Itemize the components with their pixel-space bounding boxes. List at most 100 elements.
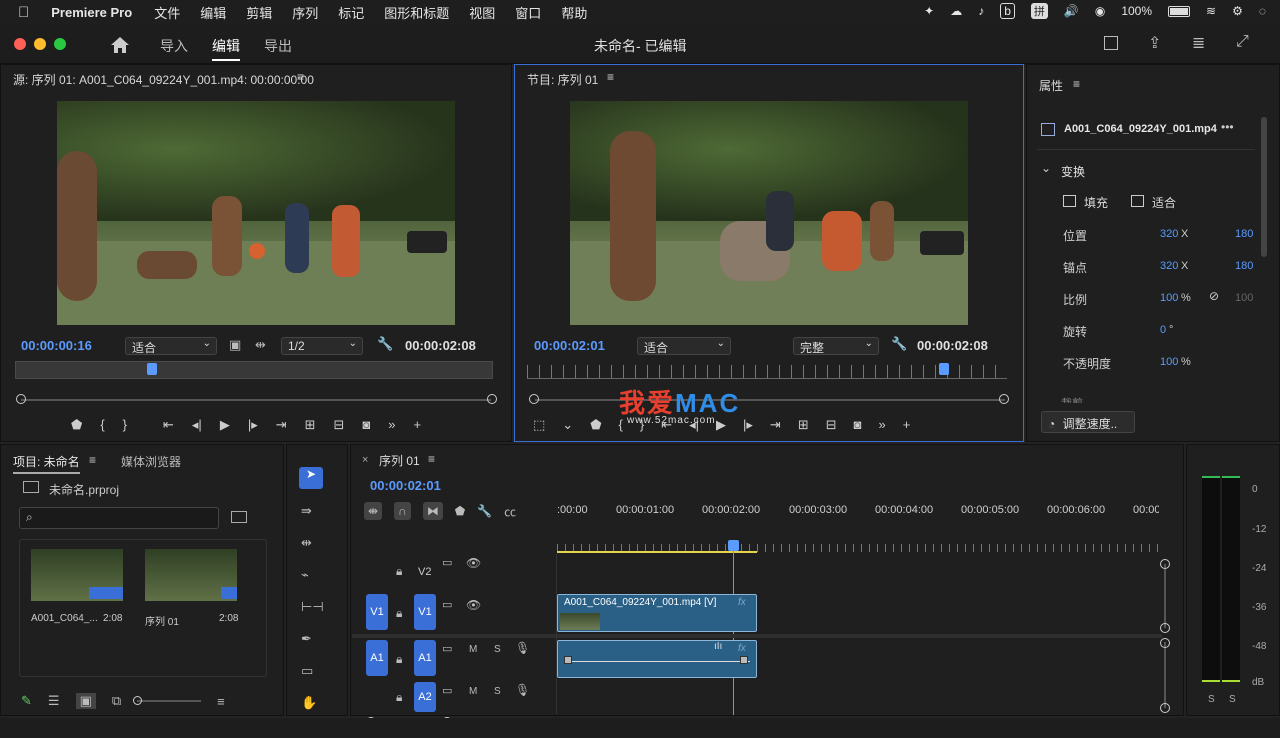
project-sequence-name[interactable]: 序列 01 bbox=[145, 613, 179, 628]
camera-icon[interactable]: ◙ bbox=[362, 417, 370, 435]
rotation-value[interactable]: 0 bbox=[1160, 324, 1166, 336]
user-icon[interactable]: ◉ bbox=[1095, 4, 1105, 18]
lock-icon[interactable]: 🔒︎ bbox=[396, 606, 402, 621]
menu-help[interactable]: 帮助 bbox=[561, 3, 587, 22]
menu-window[interactable]: 窗口 bbox=[515, 3, 541, 22]
source-playhead[interactable] bbox=[147, 363, 157, 375]
audio-clip[interactable]: ıIı fx bbox=[557, 640, 757, 678]
pen-tool-icon[interactable]: ✒ bbox=[301, 631, 312, 647]
microphone-icon[interactable]: 🎙︎ bbox=[515, 641, 530, 655]
volume-icon[interactable]: 🔊 bbox=[1064, 4, 1079, 18]
zoom-handle-right[interactable] bbox=[999, 394, 1009, 404]
lock-icon[interactable]: 🔒︎ bbox=[396, 564, 402, 579]
bell-icon[interactable]: ♪ bbox=[978, 4, 984, 18]
source-patch-a1[interactable]: A1 bbox=[366, 640, 388, 676]
selection-tool-icon[interactable]: ➤ bbox=[299, 467, 323, 489]
add-marker-icon[interactable]: ⬟ bbox=[455, 504, 465, 518]
source-zoom-bar[interactable] bbox=[21, 399, 491, 401]
track-divider[interactable] bbox=[352, 634, 1162, 638]
scroll-handle-top[interactable] bbox=[1160, 638, 1170, 648]
select-zoom-icon[interactable]: ⬚ bbox=[533, 417, 545, 435]
step-forward-icon[interactable]: |▸ bbox=[743, 417, 753, 435]
share-icon[interactable]: ⇪ bbox=[1148, 33, 1161, 53]
panel-menu-icon[interactable]: ≡ bbox=[428, 452, 435, 466]
solo-button[interactable]: S bbox=[494, 686, 501, 697]
film-icon[interactable]: ▭ bbox=[442, 684, 452, 697]
scroll-handle-top[interactable] bbox=[1160, 559, 1170, 569]
razor-tool-icon[interactable]: ⌁ bbox=[301, 567, 309, 583]
film-icon[interactable]: ▭ bbox=[442, 642, 452, 655]
add-marker-icon[interactable]: ⬟ bbox=[590, 417, 601, 435]
source-fit-dropdown[interactable]: 适合 ⌄ bbox=[125, 337, 217, 355]
tab-sequence[interactable]: 序列 01 bbox=[379, 452, 420, 469]
pencil-icon[interactable]: ✎ bbox=[21, 693, 32, 709]
more-icon[interactable]: » bbox=[879, 417, 886, 435]
tab-media-browser[interactable]: 媒体浏览器 bbox=[121, 453, 181, 470]
cloud-icon[interactable]: ☁ bbox=[950, 4, 962, 18]
source-timecode[interactable]: 00:00:00:16 bbox=[21, 338, 92, 353]
add-marker-icon[interactable]: ⬟ bbox=[71, 417, 82, 435]
go-to-out-icon[interactable]: ⇥ bbox=[276, 417, 287, 435]
track-v1-toggle[interactable]: V1 bbox=[414, 594, 436, 630]
add-button-icon[interactable]: + bbox=[414, 417, 422, 435]
siri-icon[interactable]: ◌ bbox=[1259, 4, 1266, 18]
tab-edit[interactable]: 编辑 bbox=[212, 36, 240, 61]
menu-edit[interactable]: 编辑 bbox=[200, 3, 226, 22]
meter-solo-right[interactable]: S bbox=[1229, 694, 1236, 705]
program-quality-dropdown[interactable]: 完整 ⌄ bbox=[793, 337, 879, 355]
program-fit-dropdown[interactable]: 适合 ⌄ bbox=[637, 337, 731, 355]
list-view-icon[interactable]: ☰ bbox=[48, 693, 60, 709]
meter-solo-left[interactable]: S bbox=[1208, 694, 1215, 705]
audio-level-line[interactable] bbox=[564, 661, 750, 662]
track-a1-toggle[interactable]: A1 bbox=[414, 640, 436, 676]
mark-in-icon[interactable]: { bbox=[100, 417, 104, 435]
work-area-bar[interactable] bbox=[557, 551, 757, 553]
add-button-icon[interactable]: + bbox=[903, 417, 911, 435]
menu-graphics[interactable]: 图形和标题 bbox=[384, 3, 449, 22]
vertical-scroll-audio[interactable] bbox=[1164, 642, 1166, 708]
extension-icon[interactable]: ✦ bbox=[924, 4, 934, 18]
overwrite-icon[interactable]: ⊟ bbox=[334, 417, 345, 435]
scroll-handle-bottom[interactable] bbox=[1160, 703, 1170, 713]
timeline-timecode[interactable]: 00:00:02:01 bbox=[370, 478, 441, 493]
tab-import[interactable]: 导入 bbox=[160, 36, 188, 56]
wrench-icon[interactable]: 🔧 bbox=[377, 336, 393, 352]
rectangle-tool-icon[interactable]: ▭ bbox=[301, 663, 313, 679]
battery-icon[interactable] bbox=[1168, 5, 1191, 17]
fit-icon[interactable] bbox=[1131, 195, 1144, 207]
workspaces-icon[interactable] bbox=[1104, 36, 1118, 50]
eye-icon[interactable]: 👁︎ bbox=[466, 598, 481, 612]
fill-icon[interactable] bbox=[1063, 195, 1076, 207]
vertical-scroll-video[interactable] bbox=[1164, 564, 1166, 628]
home-icon[interactable] bbox=[110, 36, 130, 54]
step-forward-icon[interactable]: |▸ bbox=[248, 417, 258, 435]
scroll-handle-bottom[interactable] bbox=[1160, 623, 1170, 633]
speed-button[interactable]: ◔ 调整速度.. bbox=[1041, 411, 1135, 433]
program-zoom-bar[interactable] bbox=[535, 399, 1005, 401]
project-item-name[interactable]: A001_C064_... bbox=[31, 613, 98, 624]
tab-project[interactable]: 项目: 未命名 bbox=[13, 453, 80, 474]
fit-button[interactable]: 适合 bbox=[1152, 194, 1176, 211]
track-a2-toggle[interactable]: A2 bbox=[414, 682, 436, 712]
step-back-icon[interactable]: ◂| bbox=[192, 417, 202, 435]
captions-icon[interactable]: ㏄ bbox=[504, 503, 516, 520]
panels-icon[interactable]: ≣ bbox=[1192, 33, 1205, 53]
timeline-playhead[interactable] bbox=[728, 540, 739, 551]
zoom-handle-left[interactable] bbox=[16, 394, 26, 404]
collapse-icon[interactable]: ⌄ bbox=[1041, 161, 1051, 175]
program-timecode[interactable]: 00:00:02:01 bbox=[534, 338, 605, 353]
freeform-view-icon[interactable]: ⧉ bbox=[112, 693, 121, 709]
panel-menu-icon[interactable]: ≡ bbox=[297, 70, 304, 84]
menu-clip[interactable]: 剪辑 bbox=[246, 3, 272, 22]
play-icon[interactable]: ▶ bbox=[220, 417, 230, 435]
anchor-y[interactable]: 180 bbox=[1235, 260, 1253, 272]
cut-section[interactable]: 裁剪 bbox=[1061, 395, 1083, 403]
wrench-icon[interactable]: 🔧 bbox=[477, 504, 492, 518]
zoom-slider[interactable] bbox=[133, 696, 202, 705]
anchor-x[interactable]: 320 bbox=[1160, 260, 1178, 272]
film-icon[interactable]: ▭ bbox=[442, 598, 452, 611]
opacity-value[interactable]: 100 bbox=[1160, 356, 1178, 368]
properties-scrollbar[interactable] bbox=[1261, 117, 1267, 257]
zoom-handle-left[interactable] bbox=[529, 394, 539, 404]
zoom-window-button[interactable] bbox=[54, 38, 66, 50]
